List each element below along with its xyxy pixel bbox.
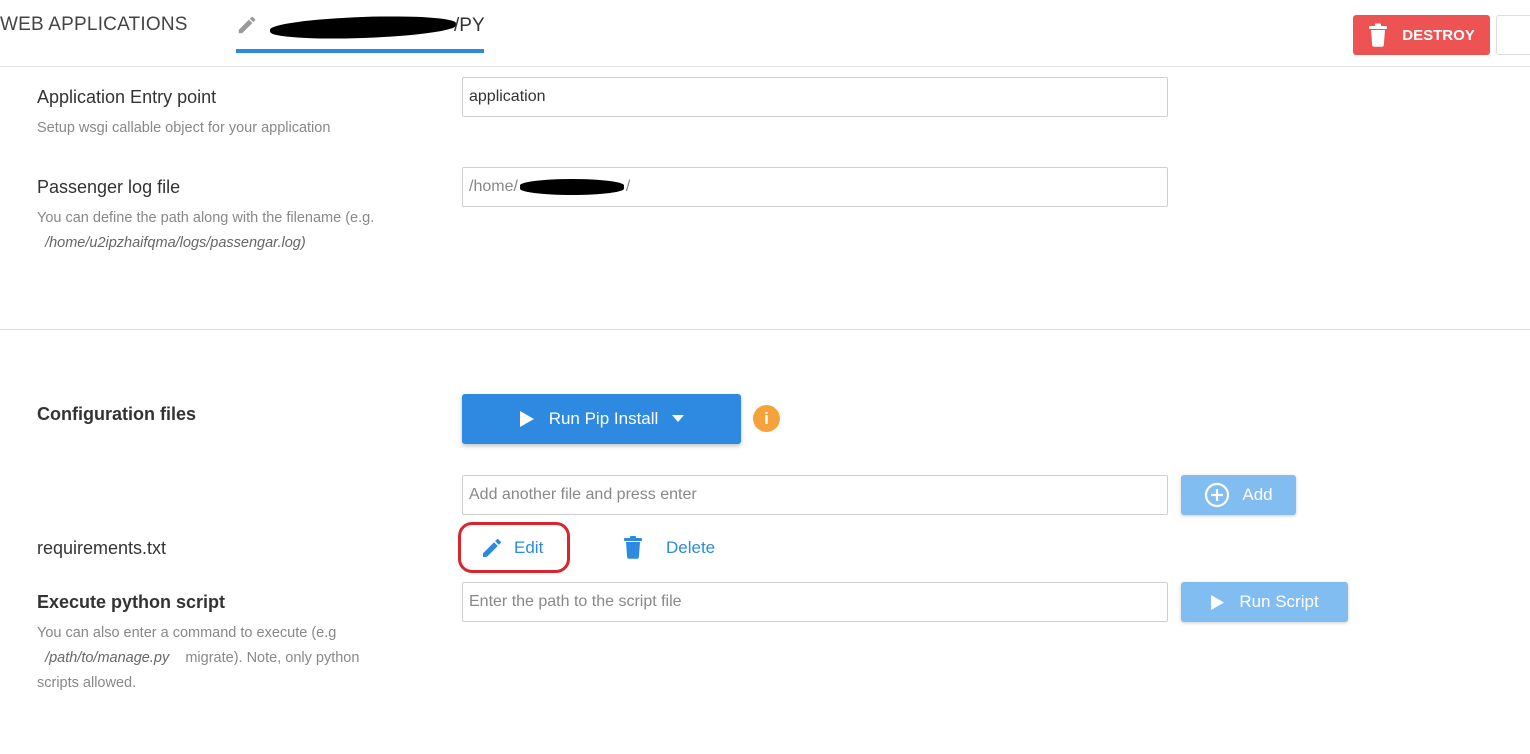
play-icon [519, 411, 534, 427]
tab-title-suffix: /PY [454, 15, 485, 36]
redacted-app-name [269, 13, 457, 42]
passenger-log-value-suffix: / [625, 178, 631, 195]
pencil-icon [238, 16, 256, 34]
trash-icon [624, 536, 642, 559]
config-files-label: Configuration files [37, 404, 196, 424]
passenger-log-value-prefix: /home/ [469, 178, 518, 195]
destroy-button[interactable]: DESTROY [1353, 15, 1490, 55]
redacted-username [519, 179, 624, 195]
entry-point-hint: Setup wsgi callable object for your appl… [37, 120, 331, 136]
run-script-label: Run Script [1239, 592, 1319, 611]
execute-script-hint-example: /path/to/manage.py [45, 650, 170, 666]
execute-script-hint: You can also enter a command to execute … [37, 621, 417, 696]
execute-script-hint-3: scripts allowed. [37, 675, 137, 691]
section-divider [0, 329, 1530, 330]
destroy-label: DESTROY [1402, 26, 1475, 44]
secondary-header-button[interactable] [1496, 15, 1530, 55]
passenger-log-input[interactable]: /home/ / [462, 167, 1168, 207]
delete-label: Delete [666, 537, 716, 557]
run-script-button[interactable]: Run Script [1181, 582, 1348, 622]
add-file-input[interactable]: Add another file and press enter [462, 475, 1168, 515]
play-icon [1211, 594, 1225, 610]
add-file-button[interactable]: Add [1181, 475, 1296, 515]
caret-down-icon [672, 415, 685, 422]
add-file-label: Add [1242, 485, 1273, 504]
passenger-log-hint-example: /home/u2ipzhaifqma/logs/passengar.log) [45, 235, 306, 251]
tab-current-application[interactable]: /PY [236, 12, 485, 53]
passenger-log-hint-text: You can define the path along with the f… [37, 210, 375, 226]
plus-circle-icon [1205, 482, 1230, 508]
highlight-annotation [458, 522, 570, 573]
passenger-log-label: Passenger log file [37, 177, 181, 197]
execute-script-hint-1: You can also enter a command to execute … [37, 625, 337, 641]
run-pip-install-button[interactable]: Run Pip Install [462, 394, 741, 444]
delete-file-link[interactable]: Delete [624, 536, 715, 559]
info-icon[interactable]: i [753, 405, 780, 432]
top-bar: WEB APPLICATIONS /PY DESTROY [0, 0, 1530, 67]
entry-point-value: application [469, 88, 546, 105]
trash-icon [1369, 23, 1388, 47]
execute-script-hint-2: migrate). Note, only python [185, 650, 360, 666]
add-file-placeholder: Add another file and press enter [469, 486, 697, 503]
config-file-name: requirements.txt [37, 538, 167, 558]
script-path-placeholder: Enter the path to the script file [469, 593, 682, 610]
passenger-log-hint: You can define the path along with the f… [37, 206, 374, 256]
script-path-input[interactable]: Enter the path to the script file [462, 582, 1168, 622]
run-pip-install-label: Run Pip Install [548, 409, 659, 428]
execute-script-label: Execute python script [37, 592, 226, 612]
entry-point-label: Application Entry point [37, 87, 217, 107]
entry-point-input[interactable]: application [462, 77, 1168, 117]
tab-web-applications[interactable]: WEB APPLICATIONS [0, 14, 188, 36]
